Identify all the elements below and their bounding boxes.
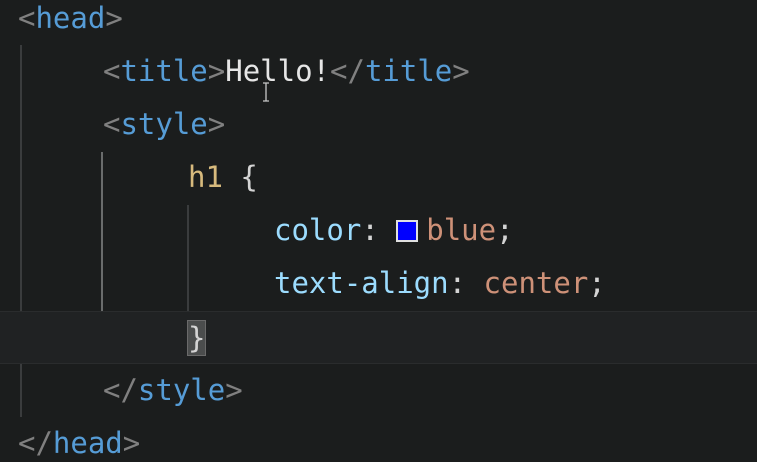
code-line-3[interactable]: <style> [103,98,225,151]
tag-close-bracket: > [105,1,123,35]
tag-name: head [35,1,106,35]
tag-open-bracket: </ [103,373,138,407]
tag-name: style [120,107,208,141]
code-line-4[interactable]: h1 { [188,151,258,204]
open-brace: { [222,160,258,194]
tag-open-bracket: </ [18,426,53,460]
tag-open-bracket: < [103,107,121,141]
tag-close-bracket: > [207,107,226,141]
semicolon: ; [496,213,514,247]
tag-name: head [52,426,123,460]
colon: : [448,266,484,300]
css-value: center [483,266,589,300]
colon: : [361,213,397,247]
tag-open-bracket: < [103,54,121,88]
title-text: Hello! [225,54,331,88]
css-selector: h1 [188,160,223,194]
tag-close-bracket: > [122,426,141,460]
semicolon: ; [588,266,606,300]
tag-close-bracket: > [207,54,226,88]
code-editor[interactable]: <head> <title>Hello!</title> <style> h1 … [0,0,757,462]
end-tag-name: title [364,54,453,88]
code-line-2[interactable]: <title>Hello!</title> [103,45,470,98]
code-line-1[interactable]: <head> [18,0,123,45]
end-tag-close-bracket: > [452,54,470,88]
tag-name: style [137,373,226,407]
css-value: blue [426,213,497,247]
tag-close-bracket: > [225,373,243,407]
color-swatch-icon[interactable] [396,220,419,242]
code-line-6[interactable]: text-align: center; [274,257,606,310]
i-beam-cursor-icon [262,82,269,102]
code-line-7-current[interactable]: } [0,311,757,364]
css-property: text-align [274,266,449,300]
matched-close-brace: } [186,320,207,356]
css-property: color [274,213,362,247]
tag-name: title [120,54,208,88]
code-line-8[interactable]: </style> [103,364,243,417]
code-line-9[interactable]: </head> [18,417,140,462]
end-tag-open-bracket: </ [330,54,365,88]
tag-open-bracket: < [18,1,36,35]
code-line-5[interactable]: color: blue; [274,204,514,257]
